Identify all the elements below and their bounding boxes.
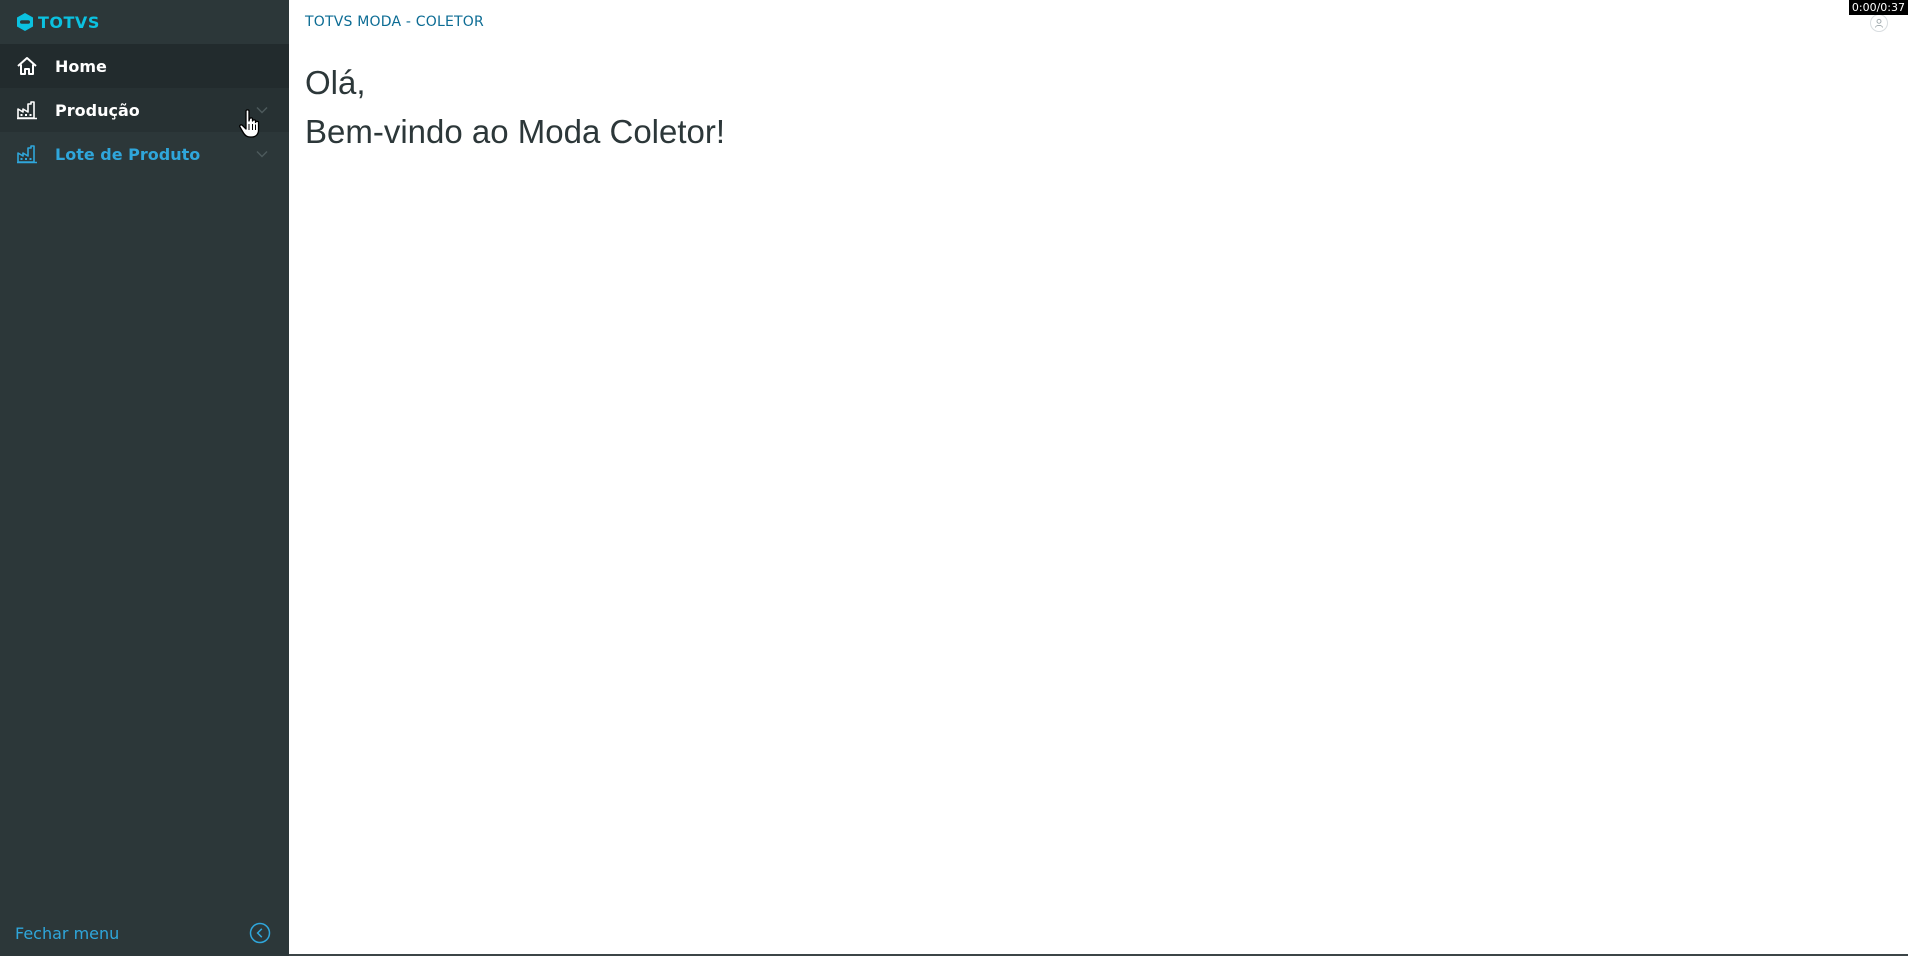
page-title: TOTVS MODA - COLETOR xyxy=(305,14,484,30)
factory-icon xyxy=(16,143,38,165)
chevron-down-icon[interactable] xyxy=(255,147,269,161)
user-icon xyxy=(1875,18,1883,28)
sidebar: TOTVS Home Produção Lote de Produto Fech… xyxy=(0,0,289,956)
main-content: TOTVS MODA - COLETOR Olá, Bem-vindo ao M… xyxy=(289,0,1908,954)
sidebar-item-home[interactable]: Home xyxy=(0,44,289,88)
chevron-left-circle-icon[interactable] xyxy=(249,922,271,944)
sidebar-item-label: Lote de Produto xyxy=(55,144,201,164)
logo-text: TOTVS xyxy=(38,12,100,32)
close-menu-label: Fechar menu xyxy=(15,923,120,943)
totvs-logo[interactable]: TOTVS xyxy=(16,11,100,33)
video-timer: 0:00/0:37 xyxy=(1848,0,1908,15)
sidebar-item-label: Produção xyxy=(55,100,140,120)
greeting-line: Olá, xyxy=(305,64,366,101)
sidebar-item-label: Home xyxy=(55,56,107,76)
hand-pointer-cursor-icon xyxy=(239,109,260,138)
user-avatar-button[interactable] xyxy=(1870,14,1888,32)
close-menu-button[interactable]: Fechar menu xyxy=(0,910,289,956)
totvs-logo-icon xyxy=(17,13,33,31)
factory-icon xyxy=(16,99,38,121)
app-window: TOTVS Home Produção Lote de Produto Fech… xyxy=(0,0,1908,956)
welcome-message: Olá, Bem-vindo ao Moda Coletor! xyxy=(305,58,725,156)
home-icon xyxy=(16,55,38,77)
welcome-line: Bem-vindo ao Moda Coletor! xyxy=(305,113,726,150)
